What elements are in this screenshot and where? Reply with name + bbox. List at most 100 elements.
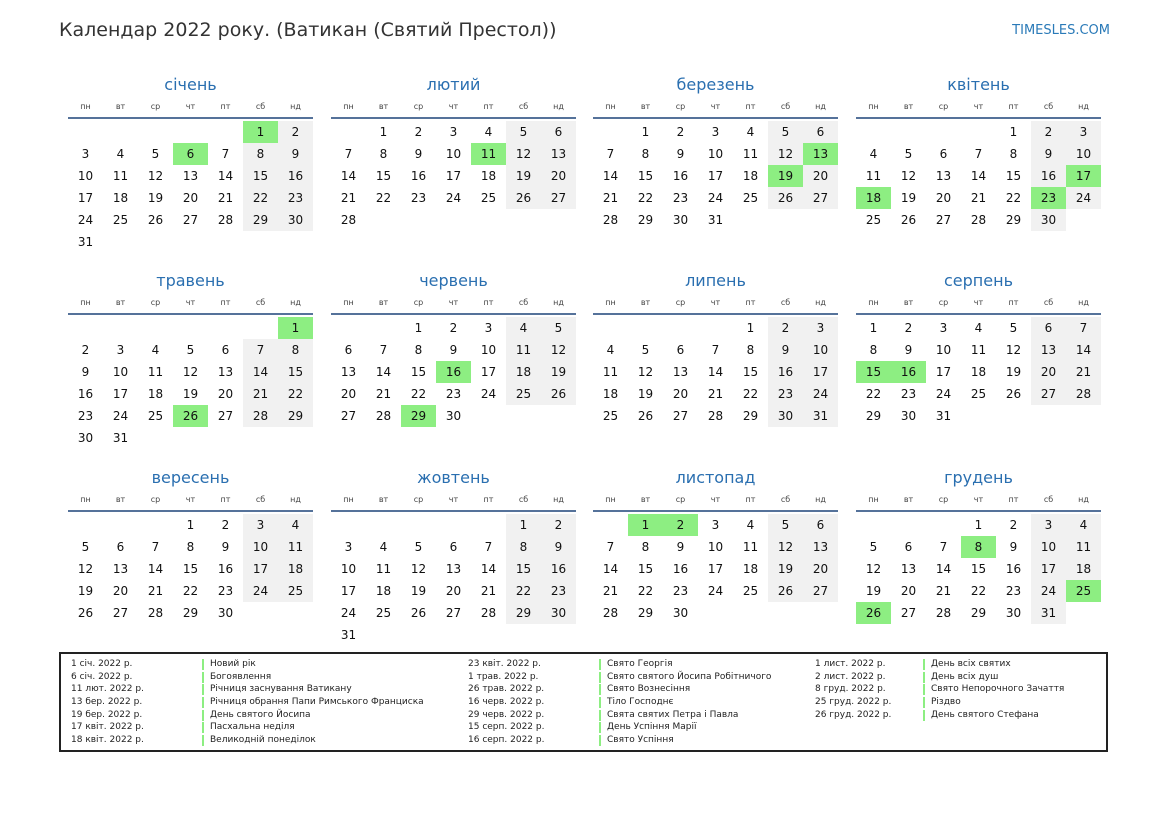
day-cell[interactable]: 28 [1066, 383, 1101, 405]
day-cell[interactable]: 18 [506, 361, 541, 383]
day-cell[interactable]: 6 [926, 143, 961, 165]
day-cell[interactable]: 7 [961, 143, 996, 165]
day-cell[interactable]: 27 [208, 405, 243, 427]
day-cell[interactable]: 24 [1031, 580, 1066, 602]
day-cell[interactable]: 7 [138, 536, 173, 558]
day-cell[interactable]: 26 [768, 187, 803, 209]
day-cell[interactable]: 19 [68, 580, 103, 602]
day-cell[interactable]: 22 [996, 187, 1031, 209]
day-cell[interactable]: 22 [733, 383, 768, 405]
day-cell[interactable]: 9 [541, 536, 576, 558]
day-cell[interactable]: 4 [733, 514, 768, 536]
day-cell[interactable]: 19 [856, 580, 891, 602]
day-cell[interactable]: 8 [506, 536, 541, 558]
day-cell[interactable]: 5 [768, 514, 803, 536]
day-cell[interactable]: 5 [768, 121, 803, 143]
day-cell[interactable]: 22 [173, 580, 208, 602]
day-cell[interactable]: 10 [1031, 536, 1066, 558]
day-cell[interactable]: 11 [1066, 536, 1101, 558]
day-cell[interactable]: 26 [628, 405, 663, 427]
day-cell[interactable]: 30 [541, 602, 576, 624]
day-cell[interactable]: 23 [208, 580, 243, 602]
day-cell[interactable]: 28 [698, 405, 733, 427]
day-cell[interactable]: 10 [926, 339, 961, 361]
day-cell[interactable]: 18 [138, 383, 173, 405]
day-cell[interactable]: 12 [138, 165, 173, 187]
day-cell[interactable]: 21 [698, 383, 733, 405]
day-cell[interactable]: 11 [471, 143, 506, 165]
day-cell[interactable]: 3 [926, 317, 961, 339]
day-cell[interactable]: 12 [628, 361, 663, 383]
day-cell[interactable]: 30 [996, 602, 1031, 624]
day-cell[interactable]: 24 [471, 383, 506, 405]
day-cell[interactable]: 25 [733, 580, 768, 602]
day-cell[interactable]: 1 [173, 514, 208, 536]
day-cell[interactable]: 6 [541, 121, 576, 143]
day-cell[interactable]: 6 [803, 514, 838, 536]
day-cell[interactable]: 17 [331, 580, 366, 602]
day-cell[interactable]: 4 [1066, 514, 1101, 536]
day-cell[interactable]: 31 [698, 209, 733, 231]
day-cell[interactable]: 29 [628, 602, 663, 624]
day-cell[interactable]: 29 [961, 602, 996, 624]
day-cell[interactable]: 8 [278, 339, 313, 361]
day-cell[interactable]: 27 [541, 187, 576, 209]
day-cell[interactable]: 11 [733, 143, 768, 165]
day-cell[interactable]: 5 [68, 536, 103, 558]
day-cell[interactable]: 22 [243, 187, 278, 209]
day-cell[interactable]: 10 [331, 558, 366, 580]
day-cell[interactable]: 6 [891, 536, 926, 558]
day-cell[interactable]: 28 [138, 602, 173, 624]
day-cell[interactable]: 11 [103, 165, 138, 187]
day-cell[interactable]: 20 [803, 165, 838, 187]
day-cell[interactable]: 20 [926, 187, 961, 209]
day-cell[interactable]: 10 [803, 339, 838, 361]
day-cell[interactable]: 15 [628, 558, 663, 580]
day-cell[interactable]: 13 [541, 143, 576, 165]
day-cell[interactable]: 15 [173, 558, 208, 580]
day-cell[interactable]: 12 [401, 558, 436, 580]
day-cell[interactable]: 20 [173, 187, 208, 209]
day-cell[interactable]: 16 [541, 558, 576, 580]
day-cell[interactable]: 19 [138, 187, 173, 209]
day-cell[interactable]: 4 [506, 317, 541, 339]
day-cell[interactable]: 1 [278, 317, 313, 339]
day-cell[interactable]: 19 [173, 383, 208, 405]
day-cell[interactable]: 28 [471, 602, 506, 624]
day-cell[interactable]: 6 [103, 536, 138, 558]
day-cell[interactable]: 31 [803, 405, 838, 427]
day-cell[interactable]: 23 [68, 405, 103, 427]
day-cell[interactable]: 4 [103, 143, 138, 165]
day-cell[interactable]: 16 [68, 383, 103, 405]
day-cell[interactable]: 14 [138, 558, 173, 580]
day-cell[interactable]: 30 [891, 405, 926, 427]
day-cell[interactable]: 2 [436, 317, 471, 339]
day-cell[interactable]: 7 [243, 339, 278, 361]
day-cell[interactable]: 19 [768, 165, 803, 187]
day-cell[interactable]: 23 [996, 580, 1031, 602]
day-cell[interactable]: 8 [173, 536, 208, 558]
day-cell[interactable]: 18 [278, 558, 313, 580]
day-cell[interactable]: 21 [366, 383, 401, 405]
day-cell[interactable]: 16 [663, 558, 698, 580]
day-cell[interactable]: 17 [1031, 558, 1066, 580]
day-cell[interactable]: 2 [768, 317, 803, 339]
day-cell[interactable]: 21 [331, 187, 366, 209]
day-cell[interactable]: 16 [278, 165, 313, 187]
day-cell[interactable]: 5 [506, 121, 541, 143]
day-cell[interactable]: 24 [243, 580, 278, 602]
day-cell[interactable]: 28 [926, 602, 961, 624]
day-cell[interactable]: 10 [68, 165, 103, 187]
day-cell[interactable]: 3 [1066, 121, 1101, 143]
day-cell[interactable]: 29 [996, 209, 1031, 231]
day-cell[interactable]: 7 [698, 339, 733, 361]
day-cell[interactable]: 17 [243, 558, 278, 580]
day-cell[interactable]: 29 [856, 405, 891, 427]
day-cell[interactable]: 4 [961, 317, 996, 339]
day-cell[interactable]: 14 [698, 361, 733, 383]
day-cell[interactable]: 12 [173, 361, 208, 383]
day-cell[interactable]: 17 [471, 361, 506, 383]
day-cell[interactable]: 28 [593, 602, 628, 624]
day-cell[interactable]: 16 [891, 361, 926, 383]
day-cell[interactable]: 2 [68, 339, 103, 361]
